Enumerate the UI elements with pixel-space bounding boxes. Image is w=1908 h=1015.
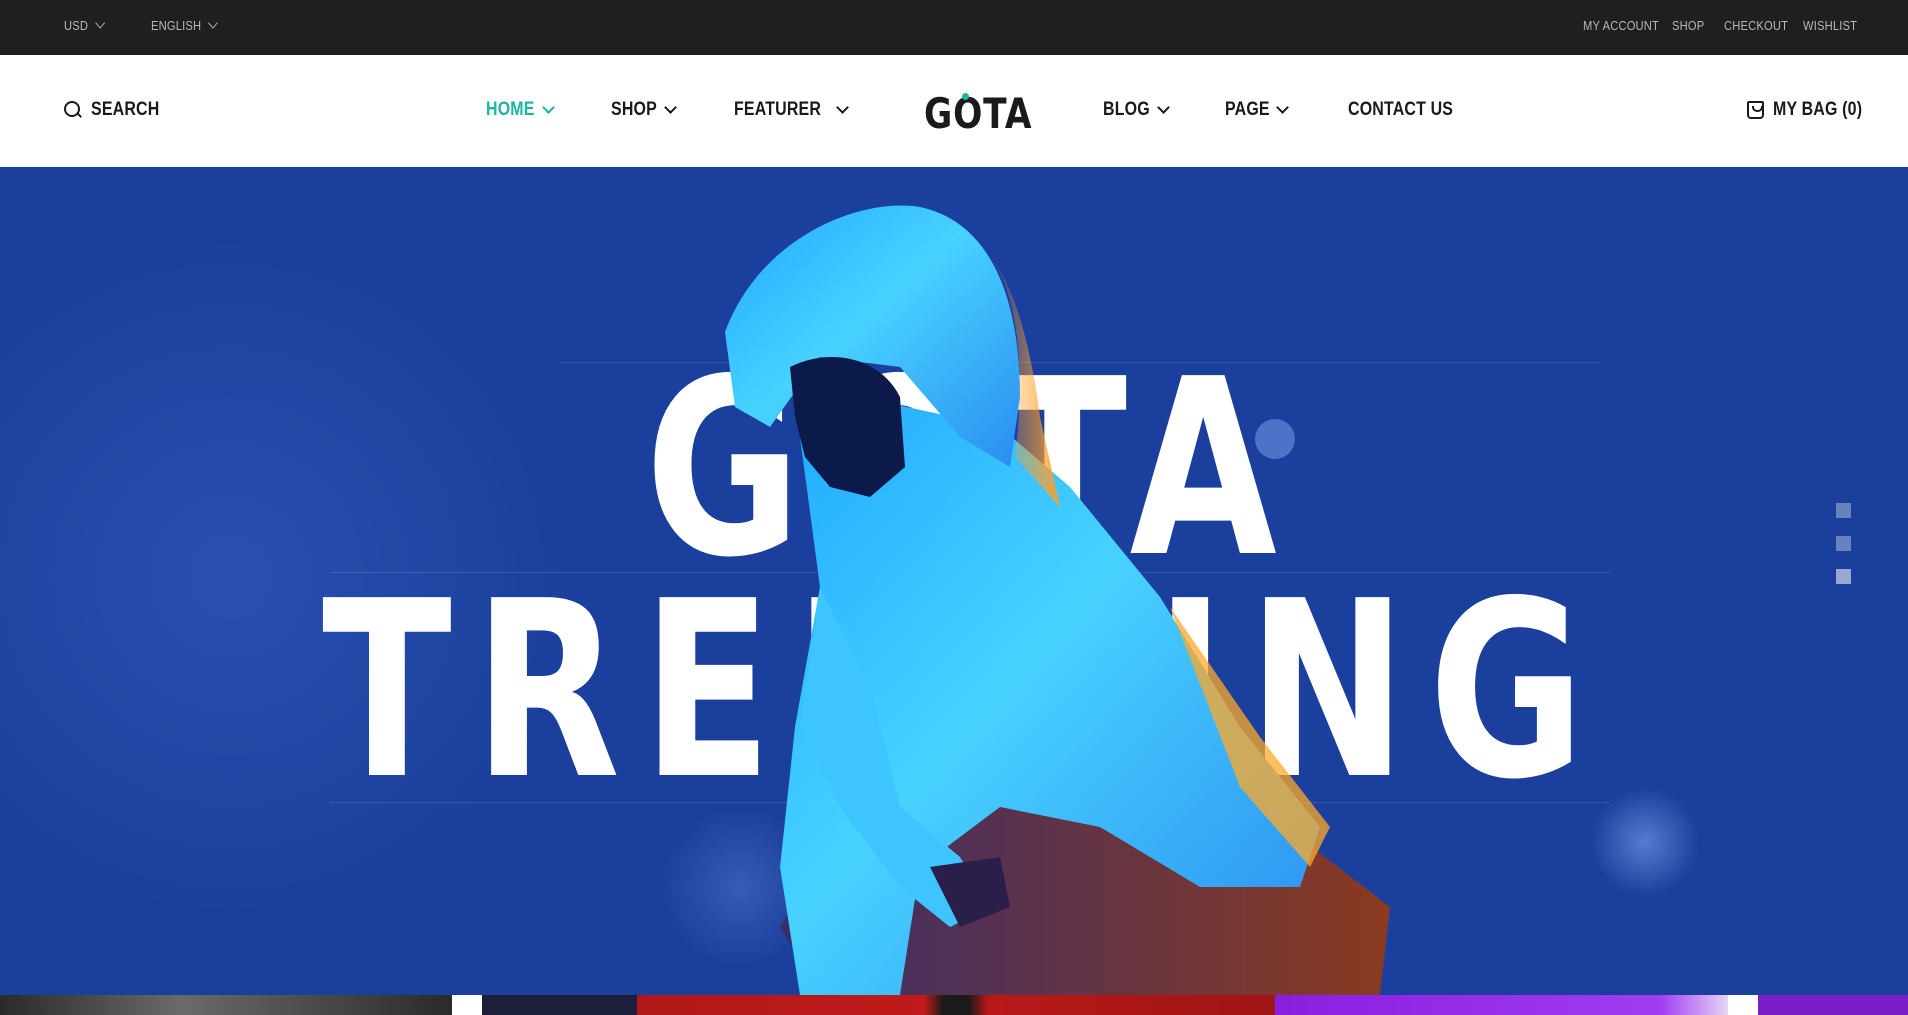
- category-banner-5[interactable]: [1758, 995, 1908, 1015]
- checkout-link[interactable]: CHECKOUT: [1724, 18, 1788, 33]
- nav-page-label: PAGE: [1225, 99, 1270, 120]
- cart-label: MY BAG (0): [1773, 99, 1863, 120]
- nav-contact-us[interactable]: CONTACT US: [1348, 99, 1473, 121]
- hero-slider: GOTA TRENDING: [0, 167, 1908, 995]
- banner-divider: [1728, 995, 1758, 1015]
- chevron-down-icon: [1156, 100, 1170, 114]
- category-banner-1[interactable]: [0, 995, 452, 1015]
- wishlist-link[interactable]: WISHLIST: [1803, 18, 1857, 33]
- slider-pagination: [1836, 503, 1851, 584]
- nav-contact-us-label: CONTACT US: [1348, 99, 1454, 120]
- search-button[interactable]: SEARCH: [64, 99, 172, 121]
- cart-button[interactable]: MY BAG (0): [1747, 99, 1879, 121]
- chevron-down-icon: [835, 100, 849, 114]
- logo-accent-dot: [962, 93, 969, 100]
- hero-model-image: [725, 205, 1390, 995]
- nav-featurer-label: FEATURER: [734, 99, 822, 120]
- language-label: ENGLISH: [151, 18, 202, 33]
- currency-label: USD: [64, 18, 89, 33]
- top-bar: USD ENGLISH MY ACCOUNT SHOP CHECKOUT WIS…: [0, 0, 1908, 55]
- nav-page[interactable]: PAGE: [1225, 99, 1290, 121]
- my-account-link[interactable]: MY ACCOUNT: [1583, 18, 1659, 33]
- category-banner-2[interactable]: [482, 995, 637, 1015]
- main-header: SEARCH HOME SHOP FEATURER GOTA BLOG PAGE…: [0, 55, 1908, 167]
- chevron-down-icon: [208, 17, 219, 29]
- search-label: SEARCH: [91, 99, 160, 120]
- language-selector[interactable]: ENGLISH: [151, 17, 219, 33]
- nav-featurer[interactable]: FEATURER: [734, 99, 849, 121]
- chevron-down-icon: [1276, 100, 1290, 114]
- currency-selector[interactable]: USD: [64, 17, 106, 33]
- nav-blog-label: BLOG: [1103, 99, 1150, 120]
- category-banner-4[interactable]: [1275, 995, 1728, 1015]
- slide-dot-2[interactable]: [1836, 536, 1851, 551]
- category-banners: [0, 995, 1908, 1015]
- banner-divider: [452, 995, 482, 1015]
- shop-link[interactable]: SHOP: [1672, 18, 1704, 33]
- chevron-down-icon: [541, 100, 555, 114]
- shopping-bag-icon: [1747, 101, 1764, 119]
- chevron-down-icon: [95, 17, 106, 29]
- slide-dot-1[interactable]: [1836, 503, 1851, 518]
- nav-home-label: HOME: [486, 99, 535, 120]
- nav-blog[interactable]: BLOG: [1103, 99, 1170, 121]
- site-logo[interactable]: GOTA: [924, 89, 1032, 138]
- nav-shop-label: SHOP: [611, 99, 657, 120]
- nav-shop[interactable]: SHOP: [611, 99, 677, 121]
- search-icon: [64, 101, 82, 119]
- slide-dot-3[interactable]: [1836, 569, 1851, 584]
- chevron-down-icon: [663, 100, 677, 114]
- nav-home[interactable]: HOME: [486, 99, 555, 121]
- category-banner-3[interactable]: [637, 995, 1275, 1015]
